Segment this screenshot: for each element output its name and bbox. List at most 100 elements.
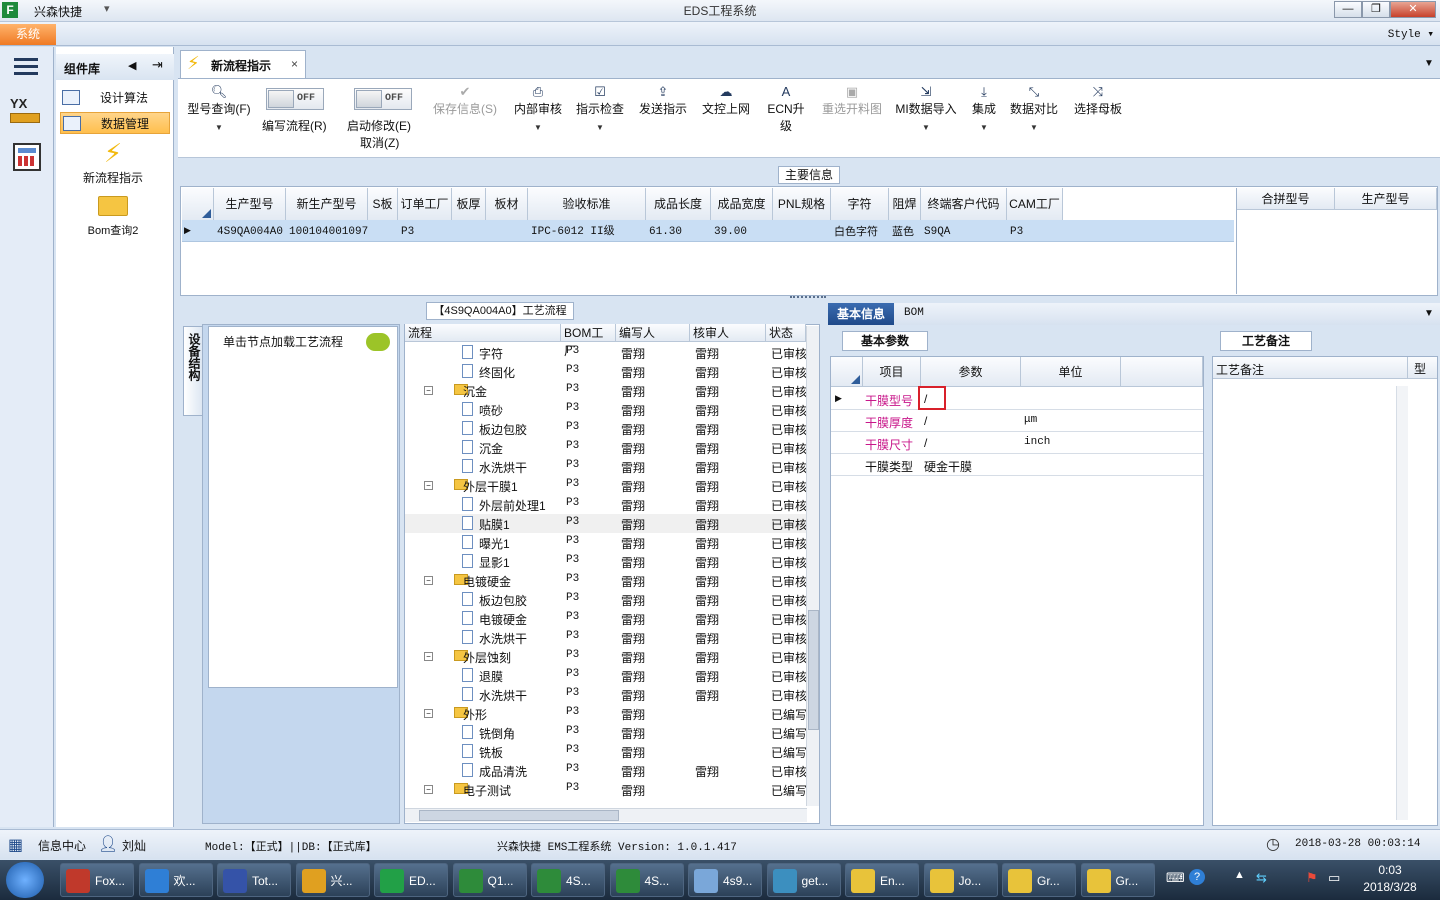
- tree-row[interactable]: 喷砂 P3 雷翔 雷翔 已审核: [405, 400, 807, 419]
- taskbar-item[interactable]: Tot...: [217, 863, 291, 897]
- minimize-button[interactable]: —: [1334, 1, 1362, 18]
- collapse-left-icon[interactable]: ◀: [128, 59, 136, 72]
- column-header[interactable]: CAM工厂: [1007, 188, 1063, 221]
- param-value[interactable]: /: [924, 436, 927, 450]
- tab-basic-info[interactable]: 基本信息: [828, 303, 894, 325]
- instruction-check-button[interactable]: ☑ 指示检查 ▼: [574, 84, 626, 132]
- tree-row[interactable]: − 外形 P3 雷翔 已编写: [405, 704, 807, 723]
- column-header[interactable]: S板: [368, 188, 398, 221]
- help-icon[interactable]: ?: [1189, 869, 1205, 885]
- internal-review-button[interactable]: ⎙ 内部审核 ▼: [512, 84, 564, 132]
- tree-row[interactable]: 铣倒角 P3 雷翔 已编写: [405, 723, 807, 742]
- column-header[interactable]: 成品长度: [646, 188, 711, 221]
- table-cell[interactable]: [452, 221, 486, 243]
- param-row[interactable]: 干膜类型 硬金干膜: [831, 454, 1203, 476]
- collapse-node-icon[interactable]: −: [424, 785, 433, 794]
- system-tab[interactable]: 系统: [0, 24, 56, 45]
- collapse-node-icon[interactable]: −: [424, 481, 433, 490]
- collapse-node-icon[interactable]: −: [424, 576, 433, 585]
- taskbar-item[interactable]: Jo...: [923, 863, 998, 897]
- tree-row[interactable]: 贴膜1 P3 雷翔 雷翔 已审核: [405, 514, 807, 533]
- library-item-data-management[interactable]: 数据管理: [60, 112, 170, 134]
- tab-basic-params[interactable]: 基本参数: [842, 331, 928, 351]
- tree-row[interactable]: 曝光1 P3 雷翔 雷翔 已审核: [405, 533, 807, 552]
- table-cell[interactable]: 白色字符: [831, 221, 889, 243]
- table-cell[interactable]: 蓝色: [889, 221, 921, 243]
- column-header[interactable]: 阻焊: [889, 188, 921, 221]
- pin-panel-icon[interactable]: ⇥: [152, 57, 163, 73]
- yx-logo[interactable]: YX: [10, 96, 44, 128]
- column-header-param[interactable]: 参数: [921, 357, 1021, 387]
- table-cell[interactable]: S9QA: [921, 221, 1007, 243]
- column-header-reviewer[interactable]: 核审人: [690, 324, 766, 342]
- tab-new-process[interactable]: ⚡ 新流程指示 ×: [180, 50, 306, 78]
- table-cell[interactable]: [773, 221, 831, 243]
- data-compare-button[interactable]: ⤡ 数据对比 ▼: [1008, 84, 1060, 132]
- taskbar-item[interactable]: 4s9...: [688, 863, 762, 897]
- taskbar-item[interactable]: Fox...: [60, 863, 134, 897]
- taskbar-item[interactable]: En...: [845, 863, 919, 897]
- library-item-bom-query[interactable]: Bom查询2: [58, 196, 168, 238]
- tree-row[interactable]: 铣板 P3 雷翔 已编写: [405, 742, 807, 761]
- param-row[interactable]: 干膜尺寸 / inch: [831, 432, 1203, 454]
- reselect-material-button[interactable]: ▣ 重选开料图: [820, 84, 884, 117]
- start-modify-toggle[interactable]: OFF: [354, 88, 412, 110]
- column-header-process[interactable]: 流程: [405, 324, 561, 342]
- tree-row[interactable]: 板边包胶 P3 雷翔 雷翔 已审核: [405, 590, 807, 609]
- column-header[interactable]: 板材: [486, 188, 528, 221]
- save-info-button[interactable]: ✔ 保存信息(S): [430, 84, 500, 117]
- taskbar-item[interactable]: 4S...: [609, 863, 684, 897]
- table-cell[interactable]: P3: [1007, 221, 1063, 243]
- table-cell[interactable]: IPC-6012 II级: [528, 221, 646, 243]
- tree-row[interactable]: 水洗烘干 P3 雷翔 雷翔 已审核: [405, 685, 807, 704]
- tree-horizontal-scrollbar[interactable]: [405, 808, 807, 822]
- column-header-bom-factory[interactable]: BOM工厂: [561, 324, 616, 358]
- table-cell[interactable]: 10010400109737: [286, 221, 368, 243]
- param-value[interactable]: /: [924, 414, 927, 428]
- table-cell[interactable]: 61.30: [646, 221, 711, 243]
- close-window-button[interactable]: ✕: [1390, 1, 1436, 18]
- taskbar-item[interactable]: Q1...: [452, 863, 527, 897]
- taskbar-item[interactable]: get...: [766, 863, 841, 897]
- param-value[interactable]: 硬金干膜: [924, 458, 972, 475]
- merge-model-header[interactable]: 合拼型号: [1237, 188, 1335, 210]
- monitor-icon[interactable]: ▭: [1328, 870, 1340, 886]
- column-header[interactable]: 字符: [831, 188, 889, 221]
- send-instruction-button[interactable]: ⇪ 发送指示: [637, 84, 689, 117]
- column-header-unit[interactable]: 单位: [1021, 357, 1121, 387]
- keyboard-icon[interactable]: ⌨: [1166, 870, 1185, 886]
- maximize-button[interactable]: ❐: [1362, 1, 1390, 18]
- tab-list-dropdown-icon[interactable]: ▼: [1424, 308, 1434, 319]
- model-query-button[interactable]: 🔍︎ 型号查询(F) ▼: [184, 84, 254, 132]
- column-header-remarks[interactable]: 工艺备注: [1216, 361, 1264, 378]
- scroll-thumb[interactable]: [419, 810, 619, 821]
- taskbar-item[interactable]: ED...: [374, 863, 448, 897]
- tree-row[interactable]: 外层前处理1 P3 雷翔 雷翔 已审核: [405, 495, 807, 514]
- table-cell[interactable]: P3: [398, 221, 452, 243]
- tree-row[interactable]: − 外层干膜1 P3 雷翔 雷翔 已审核: [405, 476, 807, 495]
- table-cell[interactable]: 4S9QA004A0: [214, 221, 286, 243]
- column-header-writer[interactable]: 编写人: [616, 324, 690, 342]
- tree-row[interactable]: − 外层蚀刻 P3 雷翔 雷翔 已审核: [405, 647, 807, 666]
- load-process-box[interactable]: [208, 326, 398, 688]
- collapse-node-icon[interactable]: −: [424, 386, 433, 395]
- column-header[interactable]: 生产型号: [214, 188, 286, 221]
- taskbar-item[interactable]: 兴...: [295, 863, 370, 897]
- doc-upload-button[interactable]: ☁ 文控上网: [700, 84, 752, 117]
- taskbar-item[interactable]: Gr...: [1080, 863, 1155, 897]
- taskbar-clock[interactable]: 0:03 2018/3/28: [1350, 862, 1430, 896]
- tree-row[interactable]: − 电子测试 P3 雷翔 已编写: [405, 780, 807, 799]
- tree-row[interactable]: 终固化 P3 雷翔 雷翔 已审核: [405, 362, 807, 381]
- style-menu[interactable]: Style ▾: [1388, 27, 1434, 41]
- show-hidden-icons-icon[interactable]: ▲: [1234, 869, 1245, 881]
- flag-icon[interactable]: ⚑: [1306, 870, 1318, 886]
- edit-flow-toggle[interactable]: OFF: [266, 88, 324, 110]
- remarks-scrollbar[interactable]: [1396, 386, 1408, 820]
- library-item-design-algorithm[interactable]: 设计算法: [60, 87, 170, 109]
- column-header[interactable]: 验收标准: [528, 188, 646, 221]
- column-header[interactable]: 终端客户代码: [921, 188, 1007, 221]
- tree-row[interactable]: 电镀硬金 P3 雷翔 雷翔 已审核: [405, 609, 807, 628]
- hamburger-menu-icon[interactable]: [14, 58, 38, 76]
- select-master-button[interactable]: ⤨ 选择母板: [1072, 84, 1124, 117]
- integrate-button[interactable]: ⤓ 集成 ▼: [968, 84, 1000, 132]
